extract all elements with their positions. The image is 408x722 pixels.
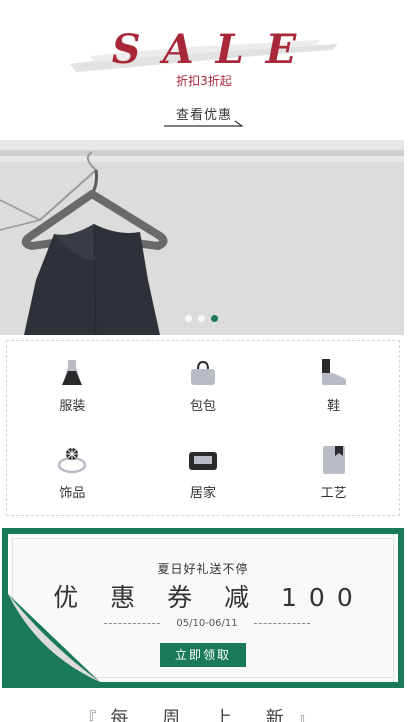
carousel-dots [185,315,218,322]
book-icon [322,446,345,474]
carousel-dot[interactable] [185,315,192,322]
promo-banner[interactable] [0,140,404,335]
claim-coupon-button[interactable]: 立即领取 [160,643,246,667]
sofa-icon [188,452,217,470]
coupon-dates: 05/10-06/11 [176,618,238,629]
ring-icon [58,448,87,474]
carousel-dot[interactable] [198,315,205,322]
category-label: 服装 [59,399,86,414]
category-shoes[interactable]: 鞋 [268,341,399,428]
sale-header: SALE 折扣3折起 查看优惠 [0,0,408,140]
coupon-inner: 夏日好礼送不停 优 惠 券 减 100 05/10-06/11 立即领取 [8,534,398,682]
category-accessories[interactable]: 饰品 [7,428,138,515]
category-label: 饰品 [59,486,86,501]
handbag-icon [190,360,215,385]
dress-on-hanger-image [0,140,404,335]
divider [104,623,160,624]
weekly-new-heading: 『每 周 上 新』 [0,704,408,722]
coupon-tagline: 夏日好礼送不停 [157,562,249,576]
close-bracket: 』 [297,709,328,722]
coupon-validity: 05/10-06/11 [104,618,310,629]
view-offers-button[interactable]: 查看优惠 [163,104,245,130]
sale-subtitle: 折扣3折起 [176,74,232,88]
category-label: 工艺 [320,486,347,501]
carousel-dot-active[interactable] [211,315,218,322]
category-crafts[interactable]: 工艺 [268,428,399,515]
dress-icon [62,360,83,385]
category-label: 包包 [189,399,216,414]
category-label: 居家 [189,486,216,501]
coupon-title: 优 惠 券 减 100 [53,583,365,612]
shoe-icon [321,359,346,385]
category-bags[interactable]: 包包 [138,341,269,428]
arrow-underline-icon [164,120,244,127]
category-home[interactable]: 居家 [138,428,269,515]
category-grid: 服装 包包 鞋 饰品 居家 工艺 [6,340,400,516]
category-clothing[interactable]: 服装 [7,341,138,428]
open-bracket: 『 [80,709,111,722]
coupon-card: 夏日好礼送不停 优 惠 券 减 100 05/10-06/11 立即领取 [2,528,404,688]
category-label: 鞋 [327,399,341,414]
sale-title: SALE [111,26,319,73]
divider [254,623,310,624]
weekly-title: 每 周 上 新 [110,708,298,722]
